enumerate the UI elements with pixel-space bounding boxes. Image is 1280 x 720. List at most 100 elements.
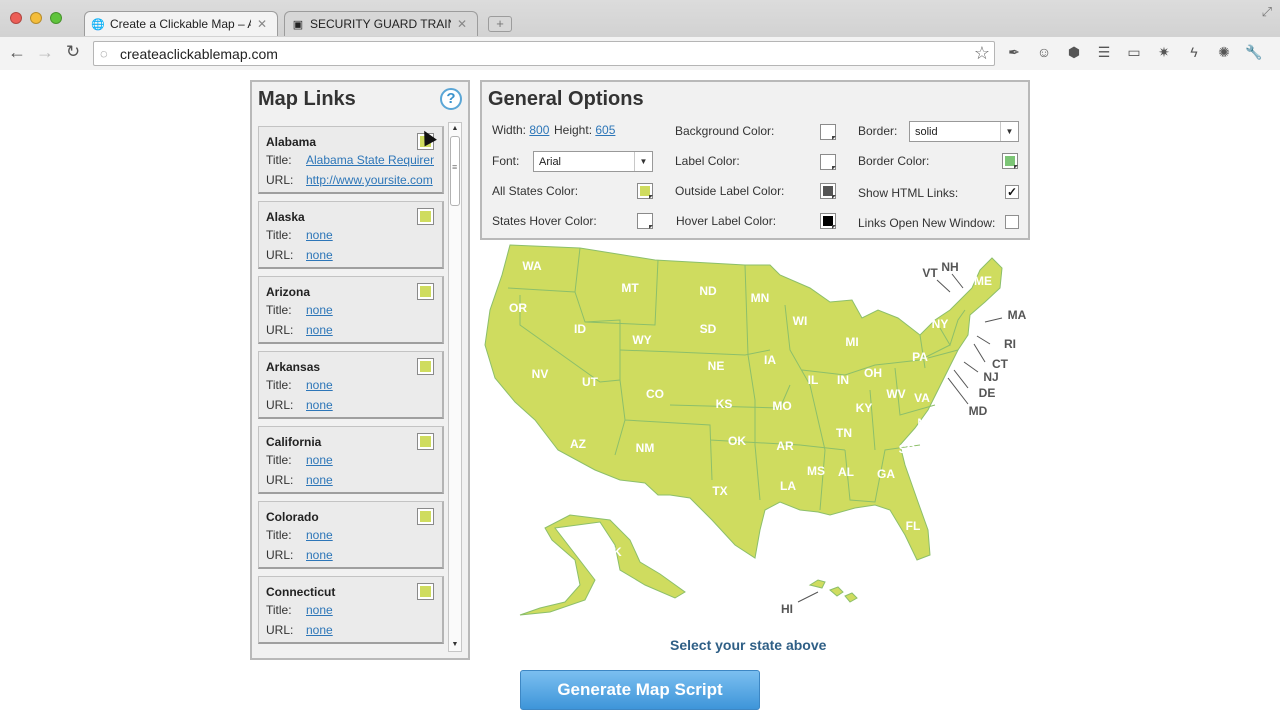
label-color-swatch[interactable] — [820, 154, 836, 170]
outside-state-label[interactable]: NJ — [983, 370, 998, 384]
state-title-link[interactable]: none — [306, 378, 333, 392]
state-label[interactable]: FL — [906, 519, 921, 533]
wrench-icon[interactable]: 🔧 — [1244, 44, 1264, 62]
outside-state-label[interactable]: HI — [781, 602, 793, 616]
extension-icon[interactable]: ⬢ — [1064, 44, 1084, 62]
state-label[interactable]: NM — [636, 441, 655, 455]
state-label[interactable]: NC — [917, 416, 935, 430]
state-label[interactable]: TN — [836, 426, 852, 440]
state-label[interactable]: OR — [509, 301, 527, 315]
state-label[interactable]: AR — [776, 439, 794, 453]
state-label[interactable]: KY — [856, 401, 873, 415]
state-url-link[interactable]: none — [306, 623, 333, 637]
state-label[interactable]: SC — [899, 442, 916, 456]
extension-icon[interactable]: ✷ — [1154, 44, 1174, 62]
layers-icon[interactable]: ☰ — [1094, 44, 1114, 62]
state-label[interactable]: ID — [574, 322, 586, 336]
hawaii-shape[interactable] — [808, 579, 858, 603]
height-value-link[interactable]: 605 — [595, 123, 615, 137]
state-label[interactable]: AL — [838, 465, 854, 479]
state-label[interactable]: MO — [772, 399, 791, 413]
state-url-link[interactable]: none — [306, 323, 333, 337]
tab-create-clickable-map[interactable]: 🌐 Create a Clickable Map – A C ✕ — [84, 11, 278, 36]
scroll-down-arrow-icon[interactable]: ▼ — [449, 639, 461, 651]
bookmark-star-icon[interactable]: ☆ — [974, 43, 990, 64]
state-label[interactable]: MS — [807, 464, 825, 478]
extension-icon[interactable]: ✺ — [1214, 44, 1234, 62]
outside-state-label[interactable]: DE — [979, 386, 996, 400]
state-label[interactable]: ME — [974, 274, 992, 288]
state-label[interactable]: WA — [522, 259, 542, 273]
fullscreen-icon[interactable]: ⤢ — [1262, 4, 1272, 20]
state-label[interactable]: MI — [845, 335, 858, 349]
background-color-swatch[interactable] — [820, 124, 836, 140]
state-label[interactable]: MT — [621, 281, 639, 295]
state-label[interactable]: GA — [877, 467, 895, 481]
state-color-swatch[interactable] — [417, 433, 434, 450]
state-label[interactable]: IN — [837, 373, 849, 387]
font-select[interactable]: Arial ▼ — [533, 151, 653, 172]
state-label[interactable]: PA — [912, 350, 928, 364]
scrollbar-thumb[interactable] — [450, 136, 460, 206]
state-label[interactable]: WI — [793, 314, 808, 328]
extension-icon[interactable]: ▭ — [1124, 44, 1144, 62]
state-title-link[interactable]: none — [306, 228, 333, 242]
state-label[interactable]: NV — [532, 367, 549, 381]
scrollbar[interactable]: ▲ ▼ — [448, 122, 462, 652]
show-html-links-checkbox[interactable]: ✓ — [1005, 185, 1019, 199]
state-color-swatch[interactable] — [417, 508, 434, 525]
state-label[interactable]: NY — [932, 317, 949, 331]
state-label[interactable]: KS — [716, 397, 733, 411]
state-label[interactable]: TX — [712, 484, 727, 498]
state-color-swatch[interactable] — [417, 583, 434, 600]
generate-map-script-button[interactable]: Generate Map Script — [520, 670, 760, 710]
close-icon[interactable]: ✕ — [257, 17, 267, 31]
state-label[interactable]: AZ — [570, 437, 586, 451]
extension-icon[interactable]: ☺ — [1034, 44, 1054, 62]
hover-label-color-swatch[interactable] — [820, 213, 836, 229]
states-hover-color-swatch[interactable] — [637, 213, 653, 229]
map-shapes[interactable] — [484, 244, 1003, 616]
state-link-card[interactable]: Arkansas Title: none URL: none — [258, 351, 444, 419]
minimize-window-button[interactable] — [30, 12, 42, 24]
links-new-window-checkbox[interactable] — [1005, 215, 1019, 229]
state-link-card[interactable]: California Title: none URL: none — [258, 426, 444, 494]
state-label[interactable]: WY — [632, 333, 651, 347]
state-label[interactable]: IA — [764, 353, 776, 367]
state-url-link[interactable]: none — [306, 548, 333, 562]
scroll-up-arrow-icon[interactable]: ▲ — [449, 123, 461, 135]
state-label[interactable]: WV — [886, 387, 905, 401]
new-tab-button[interactable]: + — [488, 16, 512, 32]
state-title-link[interactable]: none — [306, 303, 333, 317]
state-link-card[interactable]: Alabama Title: Alabama State Requirements U… — [258, 126, 444, 194]
state-color-swatch[interactable] — [417, 208, 434, 225]
outside-state-label[interactable]: CT — [992, 357, 1009, 371]
state-url-link[interactable]: none — [306, 248, 333, 262]
alaska-shape[interactable] — [519, 514, 686, 616]
border-color-swatch[interactable] — [1002, 153, 1018, 169]
state-label[interactable]: CO — [646, 387, 664, 401]
reload-button[interactable]: ↻ — [62, 42, 84, 62]
state-label[interactable]: VA — [914, 391, 930, 405]
state-label[interactable]: IL — [808, 373, 819, 387]
border-style-select[interactable]: solid ▼ — [909, 121, 1019, 142]
outside-state-label[interactable]: VT — [922, 266, 938, 280]
close-icon[interactable]: ✕ — [457, 17, 467, 31]
state-label[interactable]: SD — [700, 322, 717, 336]
state-label[interactable]: OH — [864, 366, 882, 380]
state-color-swatch[interactable] — [417, 358, 434, 375]
state-title-link[interactable]: none — [306, 603, 333, 617]
width-value-link[interactable]: 800 — [529, 123, 549, 137]
forward-button[interactable]: → — [34, 42, 56, 63]
state-title-link[interactable]: none — [306, 528, 333, 542]
state-url-link[interactable]: http://www.yoursite.com — [306, 173, 433, 187]
extension-icon[interactable]: ✒ — [1004, 44, 1024, 62]
state-label[interactable]: NE — [708, 359, 725, 373]
us-map-svg[interactable]: WA OR CA MT ID NV WY UT AZ CO NM ND SD NE KS OK TX MN IA MO… — [480, 240, 1040, 620]
state-link-card[interactable]: Colorado Title: none URL: none — [258, 501, 444, 569]
lightning-icon[interactable]: ϟ — [1184, 44, 1204, 62]
state-url-link[interactable]: none — [306, 398, 333, 412]
state-label[interactable]: AK — [604, 545, 622, 559]
address-bar[interactable]: ◌ createaclickablemap.com ☆ — [93, 41, 995, 66]
outside-state-label[interactable]: NH — [941, 260, 958, 274]
